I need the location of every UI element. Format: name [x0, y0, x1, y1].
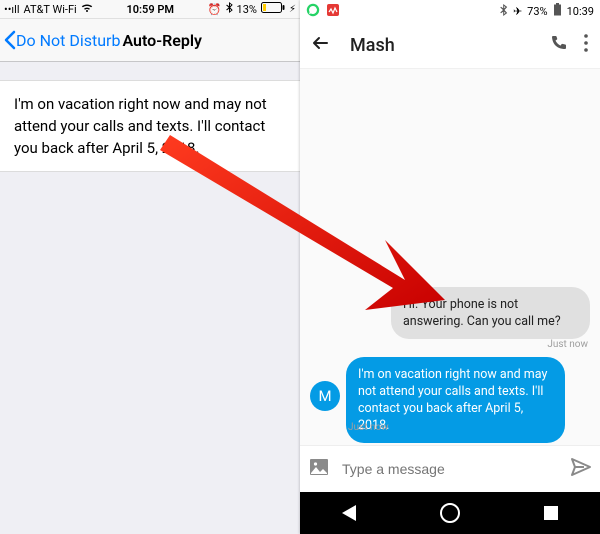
airplane-icon: ✈ [513, 5, 522, 18]
conversation-body[interactable]: Hi. Your phone is not answering. Can you… [300, 69, 600, 445]
more-button[interactable] [574, 28, 590, 62]
status-time: 10:59 PM [126, 3, 174, 16]
back-button[interactable] [310, 33, 330, 57]
arrow-left-icon [310, 33, 330, 53]
ios-nav-bar: Do Not Disturb Auto-Reply [0, 19, 300, 62]
conversation-title: Mash [350, 35, 542, 56]
app-icon [326, 3, 340, 20]
send-button[interactable] [570, 456, 592, 482]
wifi-icon [81, 3, 93, 16]
ios-status-bar: ••ıll AT&T Wi-Fi 10:59 PM ⏰ 13% ⚡︎ [0, 0, 300, 19]
bluetooth-icon [500, 4, 508, 19]
battery-pct: 13% [237, 3, 257, 16]
android-nav-bar [300, 492, 600, 534]
battery-icon [553, 3, 562, 19]
bluetooth-icon [226, 2, 233, 16]
back-label: Do Not Disturb [16, 31, 120, 50]
outgoing-timestamp: Just now [348, 422, 389, 433]
incoming-timestamp: Just now [547, 339, 588, 350]
nav-recent-button[interactable] [544, 506, 558, 520]
battery-icon [261, 2, 285, 16]
attach-image-button[interactable] [308, 456, 330, 482]
signal-icon: ••ıll [4, 3, 20, 16]
auto-reply-text-cell[interactable]: I'm on vacation right now and may not at… [0, 80, 300, 172]
ios-pane: ••ıll AT&T Wi-Fi 10:59 PM ⏰ 13% ⚡︎ [0, 0, 300, 534]
nav-back-button[interactable] [342, 505, 356, 521]
back-button[interactable]: Do Not Disturb [0, 30, 120, 50]
send-icon [570, 456, 592, 478]
image-icon [308, 456, 330, 478]
carrier-label: AT&T Wi-Fi [24, 3, 77, 16]
more-vert-icon [584, 34, 588, 52]
status-time: 10:39 [567, 5, 594, 18]
whatsapp-icon [306, 3, 320, 20]
alarm-icon: ⏰ [208, 3, 222, 16]
ios-content: I'm on vacation right now and may not at… [0, 62, 300, 534]
nav-home-button[interactable] [440, 503, 460, 523]
android-status-bar: ✈ 73% 10:39 [300, 0, 600, 22]
call-button[interactable] [542, 27, 574, 63]
charging-icon: ⚡︎ [289, 4, 296, 15]
page-title: Auto-Reply [122, 31, 202, 50]
incoming-message-bubble[interactable]: Hi. Your phone is not answering. Can you… [391, 287, 590, 339]
battery-pct: 73% [527, 5, 547, 18]
compose-input[interactable] [340, 460, 560, 478]
phone-icon [548, 33, 568, 53]
android-pane: ✈ 73% 10:39 Mash Hi. Your phone is not a… [300, 0, 600, 534]
chevron-left-icon [2, 30, 16, 50]
avatar[interactable]: M [310, 381, 340, 411]
message-composer [300, 445, 600, 492]
android-toolbar: Mash [300, 22, 600, 69]
